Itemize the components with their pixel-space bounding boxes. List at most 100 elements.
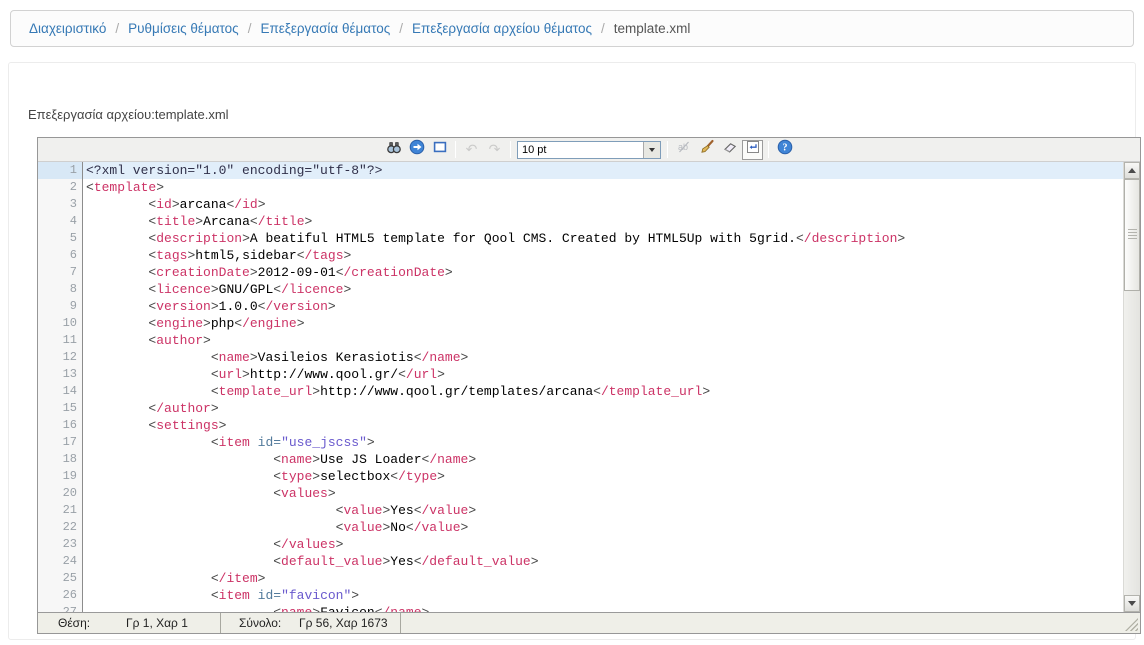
fullscreen-button[interactable] [429, 140, 450, 160]
scrollbar-track[interactable] [1124, 179, 1140, 595]
line-number: 23 [38, 536, 82, 553]
status-total-cell: Σύνολο: Γρ 56, Χαρ 1673 [221, 613, 401, 633]
arrow-down-icon [1128, 601, 1136, 606]
breadcrumb-item: template.xml [614, 21, 691, 36]
line-number: 14 [38, 383, 82, 400]
help-icon: ? [777, 139, 793, 160]
code-line: </author> [83, 400, 1123, 417]
smooth-selection-icon: ab [676, 139, 692, 160]
chevron-down-icon [649, 148, 655, 152]
line-number: 11 [38, 332, 82, 349]
status-position-label: Θέση: [58, 616, 126, 630]
line-number: 4 [38, 213, 82, 230]
word-wrap-icon [745, 139, 761, 160]
line-number: 6 [38, 247, 82, 264]
redo-button[interactable]: ↷ [484, 140, 505, 160]
breadcrumb-item[interactable]: Επεξεργασία αρχείου θέματος [412, 21, 592, 36]
code-area[interactable]: <?xml version="1.0" encoding="utf-8"?><t… [83, 162, 1123, 612]
line-number: 27 [38, 604, 82, 612]
code-line: <description>A beatiful HTML5 template f… [83, 230, 1123, 247]
code-line: </values> [83, 536, 1123, 553]
code-line: <author> [83, 332, 1123, 349]
status-position-cell: Θέση: Γρ 1, Χαρ 1 [38, 613, 221, 633]
status-position-value: Γρ 1, Χαρ 1 [126, 616, 188, 630]
line-number: 3 [38, 196, 82, 213]
breadcrumb-item[interactable]: Διαχειριστικό [29, 21, 106, 36]
code-line: <id>arcana</id> [83, 196, 1123, 213]
page-title: Επεξεργασία αρχείου:template.xml [28, 107, 229, 122]
breadcrumb: Διαχειριστικό / Ρυθμίσεις θέματος / Επεξεργα… [10, 10, 1134, 47]
code-line: <value>Yes</value> [83, 502, 1123, 519]
search-button[interactable] [383, 140, 404, 160]
line-number: 1 [38, 162, 82, 179]
line-number: 9 [38, 298, 82, 315]
line-number: 7 [38, 264, 82, 281]
highlight-icon [699, 139, 715, 160]
toolbar-separator [667, 141, 668, 158]
line-number: 13 [38, 366, 82, 383]
code-line: <item id="favicon"> [83, 587, 1123, 604]
scrollbar-thumb[interactable] [1124, 179, 1140, 291]
code-line: <?xml version="1.0" encoding="utf-8"?> [83, 162, 1123, 179]
code-region: 1234567891011121314151617181920212223242… [38, 162, 1140, 612]
fullscreen-icon [432, 139, 448, 160]
scroll-up-button[interactable] [1124, 162, 1140, 179]
line-number: 16 [38, 417, 82, 434]
line-number: 21 [38, 502, 82, 519]
arrow-up-icon [1128, 168, 1136, 173]
code-line: <title>Arcana</title> [83, 213, 1123, 230]
code-line: <creationDate>2012-09-01</creationDate> [83, 264, 1123, 281]
code-line: <template_url>http://www.qool.gr/templat… [83, 383, 1123, 400]
breadcrumb-separator: / [248, 21, 252, 36]
status-empty-cell [401, 613, 1140, 633]
breadcrumb-separator: / [115, 21, 119, 36]
line-number: 26 [38, 587, 82, 604]
code-line: <licence>GNU/GPL</licence> [83, 281, 1123, 298]
reset-highlight-button[interactable] [719, 140, 740, 160]
code-line: <name>Use JS Loader</name> [83, 451, 1123, 468]
code-line: <template> [83, 179, 1123, 196]
line-number: 20 [38, 485, 82, 502]
line-number: 18 [38, 451, 82, 468]
code-line: <default_value>Yes</default_value> [83, 553, 1123, 570]
line-number: 8 [38, 281, 82, 298]
word-wrap-button[interactable] [742, 140, 763, 160]
line-number: 12 [38, 349, 82, 366]
code-line: <name>Vasileios Kerasiotis</name> [83, 349, 1123, 366]
font-size-dropdown-button[interactable] [643, 142, 660, 158]
status-total-label: Σύνολο: [239, 616, 299, 630]
code-line: <value>No</value> [83, 519, 1123, 536]
code-line: <item id="use_jscss"> [83, 434, 1123, 451]
code-line: <name>Favicon</name> [83, 604, 1123, 612]
search-icon [386, 139, 402, 160]
go-to-line-button[interactable] [406, 140, 427, 160]
breadcrumb-separator: / [399, 21, 403, 36]
scrollbar-vertical [1123, 162, 1140, 612]
line-number: 25 [38, 570, 82, 587]
toolbar-separator [768, 141, 769, 158]
content-card: Επεξεργασία αρχείου:template.xml [8, 62, 1136, 640]
highlight-button[interactable] [696, 140, 717, 160]
scroll-down-button[interactable] [1124, 595, 1140, 612]
breadcrumb-item[interactable]: Ρυθμίσεις θέματος [128, 21, 239, 36]
undo-button[interactable]: ↶ [461, 140, 482, 160]
code-line: <values> [83, 485, 1123, 502]
help-button[interactable]: ? [774, 140, 795, 160]
svg-text:?: ? [782, 143, 787, 154]
resize-grip-icon[interactable] [1125, 618, 1138, 631]
code-line: <engine>php</engine> [83, 315, 1123, 332]
thumb-grip-icon [1128, 229, 1137, 241]
reset-highlight-icon [722, 139, 738, 160]
line-number: 2 [38, 179, 82, 196]
editor-toolbar: ↶ ↷ 10 pt ab [38, 138, 1140, 162]
redo-icon: ↷ [489, 143, 501, 157]
go-to-line-icon [409, 139, 425, 160]
font-size-select[interactable]: 10 pt [517, 141, 661, 159]
status-bar: Θέση: Γρ 1, Χαρ 1 Σύνολο: Γρ 56, Χαρ 167… [38, 612, 1140, 633]
smooth-selection-button[interactable]: ab [673, 140, 694, 160]
breadcrumb-item[interactable]: Επεξεργασία θέματος [260, 21, 390, 36]
code-line: <tags>html5,sidebar</tags> [83, 247, 1123, 264]
code-line: <type>selectbox</type> [83, 468, 1123, 485]
code-line: </item> [83, 570, 1123, 587]
line-number: 15 [38, 400, 82, 417]
